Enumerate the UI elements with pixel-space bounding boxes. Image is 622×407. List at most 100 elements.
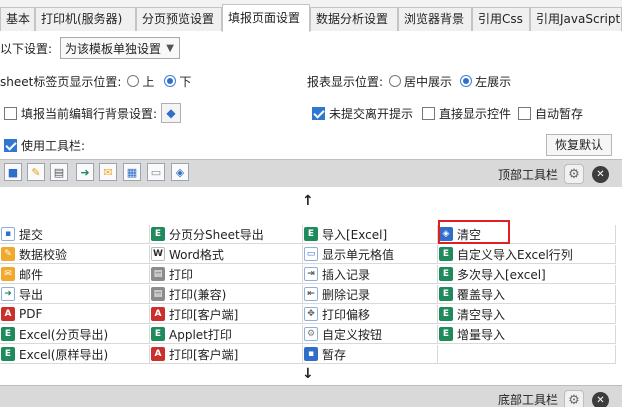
edit-icon[interactable]: ✎ bbox=[27, 163, 45, 181]
close-icon[interactable]: ✕ bbox=[592, 166, 609, 183]
layout-icon[interactable]: ▦ bbox=[123, 163, 141, 181]
export-icon[interactable]: ➜ bbox=[76, 163, 94, 181]
direct-show-row: 直接显示控件 bbox=[422, 105, 511, 121]
use-toolbar-label: 使用工具栏: bbox=[21, 138, 86, 153]
fill-bg-label: 填报当前编辑行背景设置: bbox=[21, 106, 158, 121]
paint-bucket-icon[interactable]: ◆ bbox=[161, 103, 182, 123]
use-toolbar-row: 使用工具栏: bbox=[4, 137, 85, 153]
auto-save-checkbox[interactable] bbox=[518, 106, 531, 120]
fill-bg-row: 填报当前编辑行背景设置: ◆ bbox=[4, 103, 182, 123]
grid-item-temp-save[interactable]: ▪ 暂存 bbox=[303, 345, 438, 364]
grid-item-sheet-export[interactable]: E 分页分Sheet导出 bbox=[150, 225, 303, 244]
grid-item-print[interactable]: ▤ 打印 bbox=[150, 265, 303, 284]
move-up-arrow-icon[interactable]: ↑ bbox=[302, 193, 314, 209]
grid-item-print-client[interactable]: A 打印[客户端] bbox=[150, 305, 303, 324]
report-center-label: 居中展示 bbox=[404, 74, 453, 89]
sheet-bottom-radio[interactable] bbox=[164, 75, 177, 87]
grid-item-label: 数据校验 bbox=[19, 247, 68, 262]
gear-icon: ⚙ bbox=[304, 327, 318, 341]
tab-fill-page-settings[interactable]: 填报页面设置 bbox=[222, 4, 310, 32]
grid-item-export[interactable]: ➜ 导出 bbox=[0, 285, 150, 304]
grid-item-label: 显示单元格值 bbox=[322, 247, 395, 262]
grid-item-custom-import-excel[interactable]: E 自定义导入Excel行列 bbox=[438, 245, 616, 264]
template-setting-select[interactable]: 为该模板单独设置 ▼ bbox=[60, 37, 181, 59]
bottom-toolbar-panel: 底部工具栏 ⚙ ✕ bbox=[0, 385, 622, 407]
tab-bar: 基本 打印机(服务器) 分页预览设置 填报页面设置 数据分析设置 浏览器背景 引… bbox=[0, 0, 622, 32]
close-icon[interactable]: ✕ bbox=[592, 392, 609, 407]
excel-icon: E bbox=[304, 227, 318, 241]
report-left-radio[interactable] bbox=[460, 75, 473, 87]
grid-item-mail[interactable]: ✉ 邮件 bbox=[0, 265, 150, 284]
unsubmitted-checkbox[interactable] bbox=[312, 106, 325, 120]
excel-icon: E bbox=[439, 287, 453, 301]
gear-icon[interactable]: ⚙ bbox=[564, 390, 584, 407]
print-icon: ▤ bbox=[151, 267, 165, 281]
save-icon: ▪ bbox=[1, 227, 15, 241]
grid-item-overwrite-import[interactable]: E 覆盖导入 bbox=[438, 285, 616, 304]
move-down-arrow-icon[interactable]: ↓ bbox=[302, 366, 314, 382]
grid-item-print-compatible[interactable]: ▤ 打印(兼容) bbox=[150, 285, 303, 304]
sheet-bottom-label: 下 bbox=[179, 74, 192, 89]
direct-show-label: 直接显示控件 bbox=[439, 106, 512, 121]
report-center-radio[interactable] bbox=[389, 75, 402, 87]
eraser-icon[interactable]: ◈ bbox=[171, 163, 189, 181]
auto-save-label: 自动暂存 bbox=[535, 106, 584, 121]
grid-item-excel-original[interactable]: E Excel(原样导出) bbox=[0, 345, 150, 364]
tab-reference-css[interactable]: 引用Css bbox=[472, 7, 530, 31]
direct-show-checkbox[interactable] bbox=[422, 106, 435, 120]
grid-item-label: 邮件 bbox=[19, 267, 44, 282]
grid-item-multi-import[interactable]: E 多次导入[excel] bbox=[438, 265, 616, 284]
export-icon: ➜ bbox=[1, 287, 15, 301]
grid-item-pdf[interactable]: A PDF bbox=[0, 305, 150, 324]
top-toolbar-panel: ■ ✎ ▤ ➜ ✉ ▦ ▭ ◈ 顶部工具栏 ⚙ ✕ bbox=[0, 159, 622, 187]
grid-item-label: 清空导入 bbox=[457, 307, 506, 322]
excel-icon: E bbox=[1, 347, 15, 361]
excel-icon: E bbox=[439, 247, 453, 261]
pdf-icon: A bbox=[151, 347, 165, 361]
sheet-top-radio[interactable] bbox=[127, 75, 140, 87]
excel-icon: E bbox=[439, 307, 453, 321]
fill-bg-checkbox[interactable] bbox=[4, 106, 17, 120]
unsubmitted-label: 未提交离开提示 bbox=[329, 106, 414, 121]
grid-item-delete-record[interactable]: ⇤ 删除记录 bbox=[303, 285, 438, 304]
print-icon[interactable]: ▤ bbox=[50, 163, 68, 181]
sheet-position-row: sheet标签页显示位置: 上 下 bbox=[0, 73, 191, 89]
grid-item-custom-button[interactable]: ⚙ 自定义按钮 bbox=[303, 325, 438, 344]
gear-icon[interactable]: ⚙ bbox=[564, 164, 584, 184]
grid-item-data-validation[interactable]: ✎ 数据校验 bbox=[0, 245, 150, 264]
restore-default-button[interactable]: 恢复默认 bbox=[546, 134, 612, 156]
grid-item-label: 分页分Sheet导出 bbox=[169, 227, 264, 242]
grid-item-insert-record[interactable]: ⇥ 插入记录 bbox=[303, 265, 438, 284]
grid-item-print-offset[interactable]: ✥ 打印偏移 bbox=[303, 305, 438, 324]
pdf-icon: A bbox=[151, 307, 165, 321]
use-toolbar-checkbox[interactable] bbox=[4, 138, 17, 152]
tab-printer-server[interactable]: 打印机(服务器) bbox=[35, 7, 136, 31]
tab-data-analysis[interactable]: 数据分析设置 bbox=[310, 7, 398, 31]
tab-basic[interactable]: 基本 bbox=[0, 7, 35, 31]
save-icon[interactable]: ■ bbox=[4, 163, 22, 181]
pencil-icon: ✎ bbox=[1, 247, 15, 261]
grid-item-submit[interactable]: ▪ 提交 bbox=[0, 225, 150, 244]
mail-icon[interactable]: ✉ bbox=[99, 163, 117, 181]
grid-item-import-excel[interactable]: E 导入[Excel] bbox=[303, 225, 438, 244]
grid-item-label: 打印(兼容) bbox=[169, 287, 227, 302]
grid-item-print-client-2[interactable]: A 打印[客户端] bbox=[150, 345, 303, 364]
tab-browser-background[interactable]: 浏览器背景 bbox=[398, 7, 472, 31]
grid-item-label: 打印偏移 bbox=[322, 307, 371, 322]
grid-item-clear-import[interactable]: E 清空导入 bbox=[438, 305, 616, 324]
grid-item-label: Excel(原样导出) bbox=[19, 347, 109, 362]
grid-item-word[interactable]: W Word格式 bbox=[150, 245, 303, 264]
grid-item-show-cell-value[interactable]: ▭ 显示单元格值 bbox=[303, 245, 438, 264]
tab-reference-javascript[interactable]: 引用JavaScript bbox=[530, 7, 622, 31]
tab-pagination-preview[interactable]: 分页预览设置 bbox=[136, 7, 222, 31]
page-icon[interactable]: ▭ bbox=[147, 163, 165, 181]
grid-item-label: 暂存 bbox=[322, 347, 347, 362]
grid-item-label: PDF bbox=[19, 307, 43, 321]
grid-item-label: 自定义导入Excel行列 bbox=[457, 247, 573, 262]
grid-item-applet-print[interactable]: E Applet打印 bbox=[150, 325, 303, 344]
grid-item-incremental-import[interactable]: E 增量导入 bbox=[438, 325, 616, 344]
auto-save-row: 自动暂存 bbox=[518, 105, 583, 121]
grid-item-label: 多次导入[excel] bbox=[457, 267, 546, 282]
grid-item-excel-paged[interactable]: E Excel(分页导出) bbox=[0, 325, 150, 344]
chevron-down-icon: ▼ bbox=[166, 42, 174, 54]
